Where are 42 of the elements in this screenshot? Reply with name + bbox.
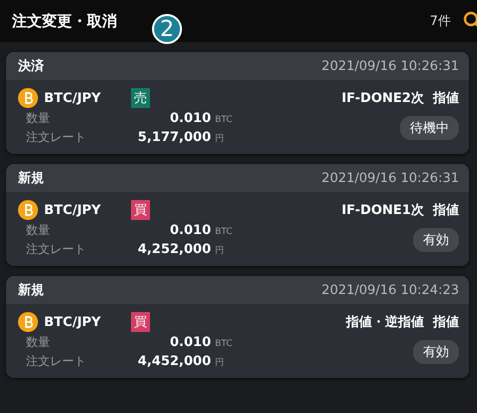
order-category: 新規 xyxy=(18,170,44,187)
quantity-unit: BTC xyxy=(215,339,234,349)
rate-label: 注文レート xyxy=(26,129,87,146)
order-count: 7件 xyxy=(430,13,451,30)
status-button[interactable]: 有効 xyxy=(413,228,459,252)
quantity-value: 0.010 xyxy=(168,111,211,126)
quantity-label: 数量 xyxy=(26,110,51,127)
quantity-label: 数量 xyxy=(26,222,51,239)
side-tag: 買 xyxy=(130,200,150,220)
quantity-value: 0.010 xyxy=(168,223,211,238)
rate-label: 注文レート xyxy=(26,241,87,258)
order-category: 新規 xyxy=(18,282,44,299)
rate-value: 5,177,000 xyxy=(136,130,211,145)
order-time: 2021/09/16 10:24:23 xyxy=(322,282,459,298)
rate-value: 4,452,000 xyxy=(136,354,211,369)
quantity-label: 数量 xyxy=(26,334,51,351)
page-title: 注文変更・取消 xyxy=(12,12,117,30)
currency-pair: BTC/JPY xyxy=(44,314,101,330)
rate-label: 注文レート xyxy=(26,353,87,370)
quantity-unit: BTC xyxy=(215,227,234,237)
quantity-unit: BTC xyxy=(215,115,234,125)
status-button[interactable]: 待機中 xyxy=(400,116,459,140)
rate-unit: 円 xyxy=(215,357,225,369)
rate-value: 4,252,000 xyxy=(136,242,211,257)
currency-pair: BTC/JPY xyxy=(44,202,101,218)
order-type: 指値・逆指値 指値 xyxy=(346,314,459,331)
order-category: 決済 xyxy=(18,58,44,75)
order-time: 2021/09/16 10:26:31 xyxy=(322,170,459,186)
order-time: 2021/09/16 10:26:31 xyxy=(322,58,459,74)
quantity-value: 0.010 xyxy=(168,335,211,350)
step-marker: 2 xyxy=(152,14,182,44)
bitcoin-icon xyxy=(18,88,38,108)
side-tag: 買 xyxy=(130,312,150,332)
order-type: IF-DONE2次 指値 xyxy=(342,90,459,107)
status-button[interactable]: 有効 xyxy=(413,340,459,364)
order-type: IF-DONE1次 指値 xyxy=(342,202,459,219)
rate-unit: 円 xyxy=(215,245,225,257)
bitcoin-icon xyxy=(18,312,38,332)
currency-pair: BTC/JPY xyxy=(44,90,101,106)
rate-unit: 円 xyxy=(215,133,225,145)
bitcoin-icon xyxy=(18,200,38,220)
side-tag: 売 xyxy=(130,88,150,108)
